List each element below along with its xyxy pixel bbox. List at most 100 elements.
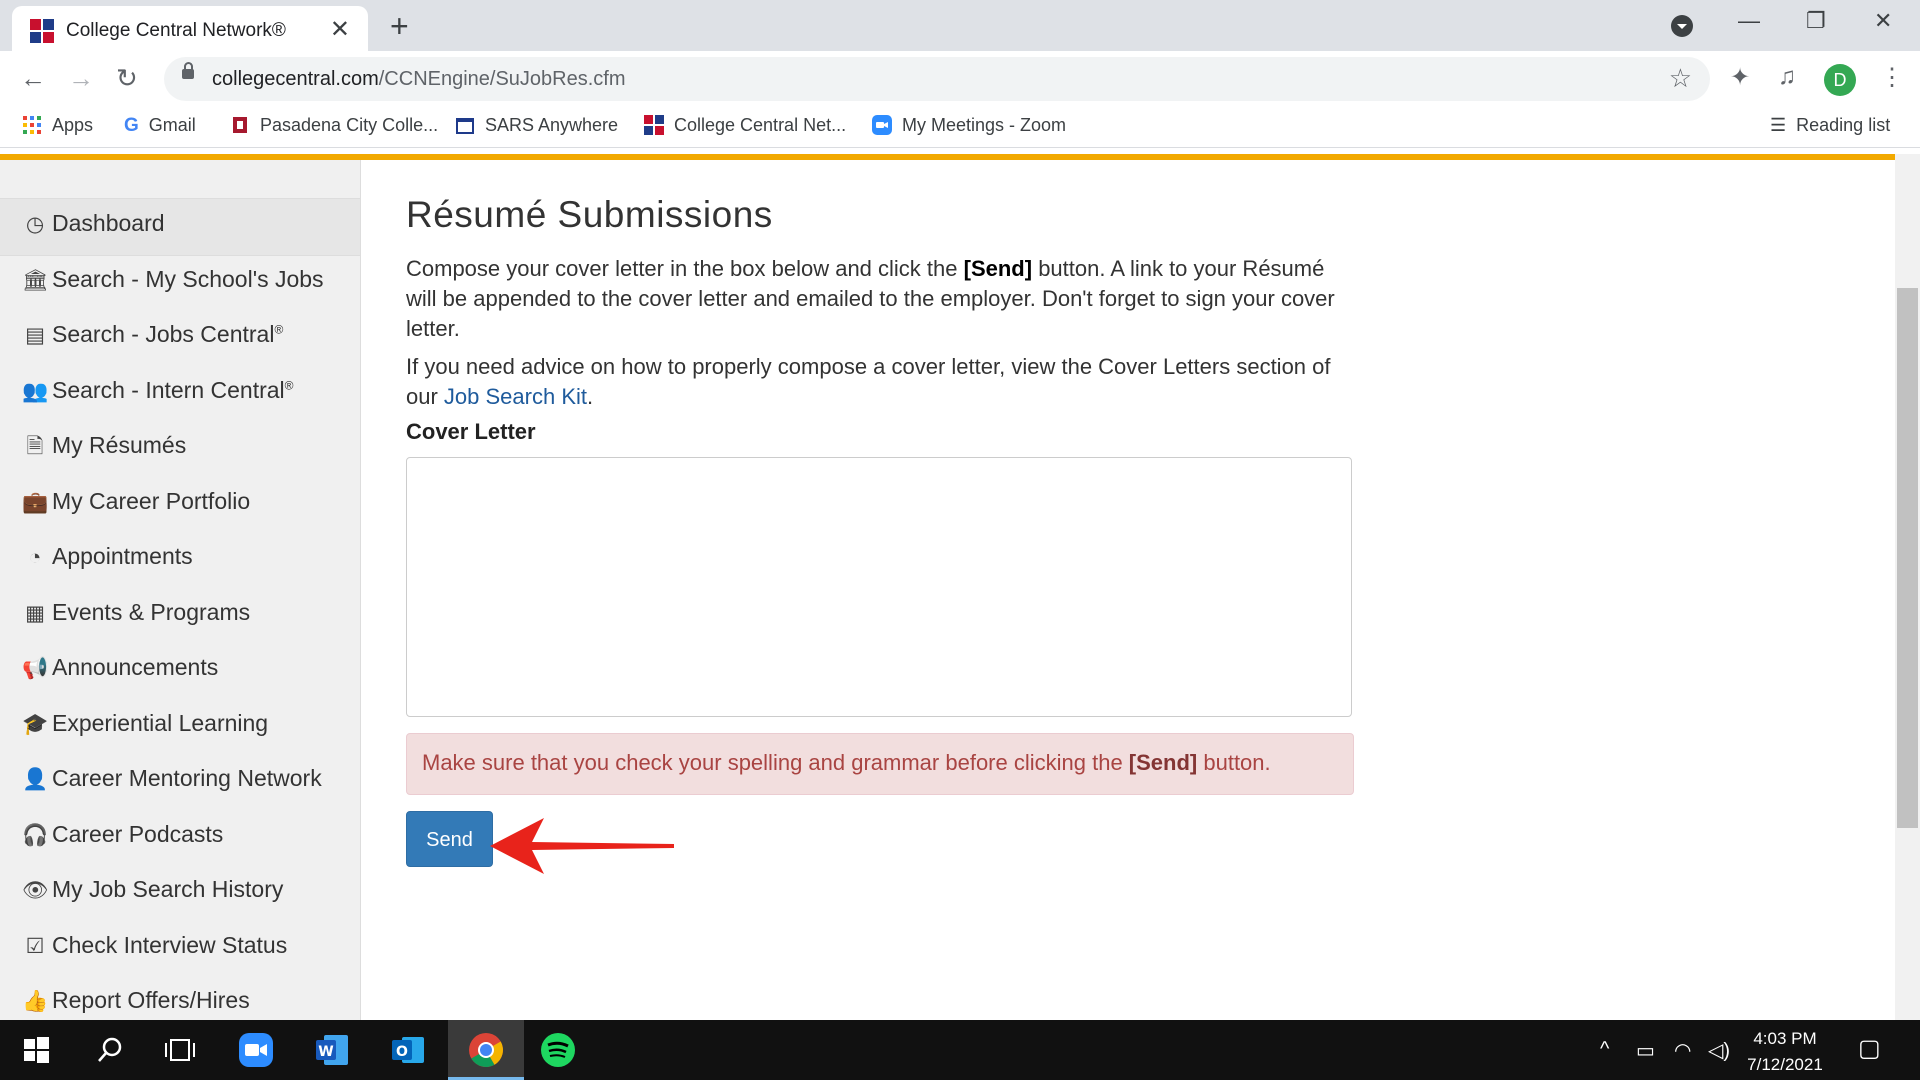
chevron-up-icon[interactable]: ^ <box>1600 1038 1609 1061</box>
college-central-favicon <box>30 19 54 43</box>
cover-letter-label: Cover Letter <box>406 419 536 444</box>
reload-icon[interactable]: ↻ <box>116 63 138 94</box>
advice-paragraph: If you need advice on how to properly co… <box>406 354 1331 409</box>
document-icon: 🗎 <box>26 435 44 458</box>
wifi-icon[interactable]: ◠ <box>1674 1038 1691 1063</box>
reading-list[interactable]: ☰ Reading list <box>1770 115 1890 136</box>
sidebar-item-resumes[interactable]: 🗎 My Résumés <box>22 432 187 467</box>
windows-taskbar: W O ^ ▭ ◠ ◁) 4:03 PM 7/12/2021 ▢ <box>0 1020 1920 1080</box>
spotify-app-icon[interactable] <box>538 1030 578 1070</box>
red-arrow-annotation <box>490 818 674 874</box>
battery-icon[interactable]: ▭ <box>1636 1038 1655 1063</box>
outlook-app-icon[interactable]: O <box>388 1030 428 1070</box>
bookmark-sars[interactable]: SARS Anywhere <box>455 115 618 136</box>
chrome-app-icon[interactable] <box>466 1030 506 1070</box>
reading-list-icon: ☰ <box>1770 115 1787 135</box>
address-bar[interactable]: collegecentral.com/CCNEngine/SuJobRes.cf… <box>164 57 1710 101</box>
briefcase-icon: 💼 <box>22 491 49 514</box>
task-view-icon[interactable] <box>160 1030 200 1070</box>
eye-icon: 👁 <box>22 879 49 902</box>
intro-paragraph: Compose your cover letter in the box bel… <box>406 256 1335 341</box>
browser-toolbar: ← → ↻ collegecentral.com/CCNEngine/SuJob… <box>0 51 1920 107</box>
thumbs-up-icon: 👍 <box>22 990 49 1013</box>
sidebar-item-jobs-central[interactable]: ▤ Search - Jobs Central® <box>22 321 283 348</box>
sidebar-item-mentoring[interactable]: 👤 Career Mentoring Network <box>22 765 322 792</box>
bookmark-label: SARS Anywhere <box>485 115 619 135</box>
lock-icon <box>182 62 194 79</box>
bookmark-pasadena[interactable]: Pasadena City Colle... <box>230 115 438 136</box>
sidebar-item-school-jobs[interactable]: 🏛 Search - My School's Jobs <box>22 266 324 293</box>
profile-avatar[interactable]: D <box>1824 64 1856 96</box>
calendar-icon: ▦ <box>25 602 45 625</box>
spelling-alert: Make sure that you check your spelling a… <box>406 733 1354 795</box>
sidebar-item-announcements[interactable]: 📢 Announcements <box>22 654 218 681</box>
megaphone-icon: 📢 <box>22 657 49 680</box>
bookmarks-bar: Apps G Gmail Pasadena City Colle... SARS … <box>0 107 1920 148</box>
close-window-icon[interactable]: ✕ <box>1874 8 1892 34</box>
calendar-icon <box>456 118 474 134</box>
user-icon: 👤 <box>22 768 49 791</box>
college-central-favicon <box>644 115 664 135</box>
job-search-kit-link[interactable]: Job Search Kit <box>444 384 587 409</box>
sidebar-item-appointments[interactable]: ◔ Appointments <box>22 543 193 570</box>
url-text: collegecentral.com/CCNEngine/SuJobRes.cf… <box>212 68 626 90</box>
zoom-icon <box>872 115 892 135</box>
sidebar-item-experiential[interactable]: 🎓 Experiential Learning <box>22 710 268 737</box>
bookmark-label: College Central Net... <box>674 115 847 135</box>
page-scrollbar[interactable] <box>1895 154 1920 1020</box>
headphones-icon: 🎧 <box>22 824 49 847</box>
reading-list-label: Reading list <box>1796 115 1891 135</box>
media-control-icon[interactable]: ♫ <box>1778 63 1796 91</box>
send-button[interactable]: Send <box>406 811 493 867</box>
bookmark-college-central[interactable]: College Central Net... <box>644 115 846 136</box>
word-app-icon[interactable]: W <box>312 1030 352 1070</box>
svg-text:O: O <box>396 1044 408 1060</box>
sidebar-item-dashboard[interactable]: ◷ Dashboard <box>22 210 165 237</box>
bookmark-star-icon[interactable]: ☆ <box>1669 63 1692 94</box>
minimize-icon[interactable]: — <box>1738 8 1760 34</box>
forward-icon[interactable]: → <box>68 63 94 94</box>
bookmark-label: My Meetings - Zoom <box>902 115 1067 135</box>
back-icon[interactable]: ← <box>20 63 46 94</box>
sidebar-item-portfolio[interactable]: 💼 My Career Portfolio <box>22 488 250 515</box>
check-square-icon: ☑ <box>25 935 45 958</box>
windows-start-icon[interactable] <box>16 1030 56 1070</box>
new-tab-icon[interactable]: + <box>390 8 409 45</box>
sidebar-item-interview-status[interactable]: ☑ Check Interview Status <box>22 932 288 959</box>
menu-icon[interactable]: ⋮ <box>1880 63 1904 92</box>
bookmark-label: Pasadena City Colle... <box>260 115 439 135</box>
bookmark-apps[interactable]: Apps <box>22 115 93 136</box>
clock-time: 4:03 PM <box>1753 1029 1817 1048</box>
tab-title: College Central Network® <box>66 20 286 41</box>
sidebar-item-events[interactable]: ▦ Events & Programs <box>22 599 250 626</box>
notification-icon[interactable]: ▢ <box>1858 1034 1881 1063</box>
restore-icon[interactable]: ❐ <box>1806 8 1826 34</box>
tab-search-icon[interactable] <box>1670 14 1694 38</box>
bookmark-gmail[interactable]: G Gmail <box>124 115 196 136</box>
cover-letter-textarea[interactable] <box>406 457 1352 717</box>
bookmark-label: Apps <box>52 115 94 135</box>
sidebar-item-search-history[interactable]: 👁 My Job Search History <box>22 876 283 903</box>
apps-grid-icon <box>23 116 41 134</box>
page-title: Résumé Submissions <box>406 194 773 235</box>
close-tab-icon[interactable]: ✕ <box>330 15 350 44</box>
extensions-icon[interactable]: ✦ <box>1730 63 1750 92</box>
google-icon: G <box>124 115 139 136</box>
dashboard-icon: ◷ <box>25 213 45 236</box>
clock-icon: ◔ <box>28 546 42 569</box>
scrollbar-thumb[interactable] <box>1897 288 1918 828</box>
flag-icon: ▤ <box>25 324 45 347</box>
svg-text:W: W <box>318 1044 333 1060</box>
tab-strip: College Central Network® ✕ + — ❐ ✕ <box>0 0 1920 51</box>
bookmark-zoom[interactable]: My Meetings - Zoom <box>872 115 1066 136</box>
browser-tab[interactable]: College Central Network® ✕ <box>12 6 368 51</box>
search-icon[interactable] <box>90 1030 130 1070</box>
clock-date: 7/12/2021 <box>1747 1055 1823 1074</box>
sidebar-item-offers[interactable]: 👍 Report Offers/Hires <box>22 987 250 1014</box>
taskbar-clock[interactable]: 4:03 PM 7/12/2021 <box>1740 1026 1830 1078</box>
sidebar-item-podcasts[interactable]: 🎧 Career Podcasts <box>22 821 223 848</box>
volume-icon[interactable]: ◁) <box>1708 1038 1730 1063</box>
zoom-app-icon[interactable] <box>236 1030 276 1070</box>
building-icon: 🏛 <box>22 269 49 292</box>
sidebar-item-intern-central[interactable]: 👥 Search - Intern Central® <box>22 377 294 404</box>
